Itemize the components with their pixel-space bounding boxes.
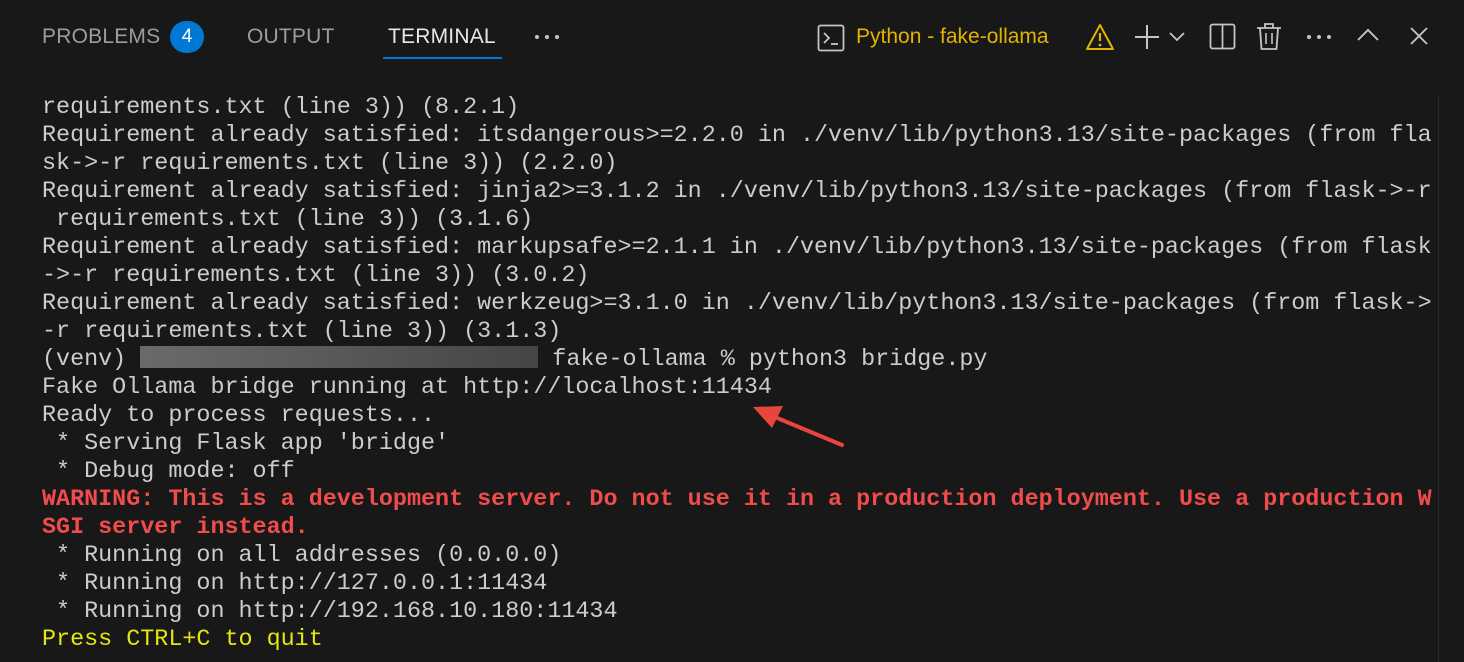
- terminal-scrollbar[interactable]: [1438, 96, 1464, 662]
- terminal-line: requirements.txt (line 3)) (3.1.6): [42, 207, 534, 233]
- quit-hint-line: Press CTRL+C to quit: [42, 627, 323, 653]
- terminal-line: Requirement already satisfied: markupsaf…: [42, 235, 1432, 261]
- terminal-line: * Running on http://127.0.0.1:11434: [42, 571, 548, 597]
- terminal-line: * Running on http://192.168.10.180:11434: [42, 599, 618, 625]
- terminal-name[interactable]: Python - fake-ollama: [856, 22, 1049, 52]
- terminal-line: Requirement already satisfied: itsdanger…: [42, 123, 1432, 149]
- shell-prompt-line: (venv) fake-ollama % python3 bridge.py: [42, 346, 1437, 374]
- warning-line: WARNING: This is a development server. D…: [42, 487, 1432, 513]
- tab-terminal[interactable]: TERMINAL: [388, 22, 496, 52]
- terminal-line: ->-r requirements.txt (line 3)) (3.0.2): [42, 263, 590, 289]
- tab-problems[interactable]: PROBLEMS: [42, 22, 160, 52]
- warning-icon[interactable]: [1085, 23, 1115, 51]
- more-actions-icon[interactable]: [1305, 30, 1333, 44]
- chevron-up-icon[interactable]: [1356, 27, 1380, 43]
- panel-tab-bar: PROBLEMS 4 OUTPUT TERMINAL Python - fake…: [0, 0, 1464, 74]
- chevron-down-icon[interactable]: [1168, 30, 1186, 44]
- active-tab-indicator: [383, 57, 502, 59]
- terminal-line: sk->-r requirements.txt (line 3)) (2.2.0…: [42, 151, 618, 177]
- annotation-arrow-icon: [753, 406, 844, 447]
- redacted-hostname: [140, 346, 539, 368]
- prompt-command: fake-ollama % python3 bridge.py: [538, 347, 988, 373]
- terminal-line: Requirement already satisfied: jinja2>=3…: [42, 179, 1432, 205]
- problems-count-badge: 4: [170, 21, 204, 53]
- terminal-line: Requirement already satisfied: werkzeug>…: [42, 291, 1432, 317]
- terminal-line: * Debug mode: off: [42, 459, 295, 485]
- close-icon[interactable]: [1409, 26, 1429, 46]
- terminal-panel: PROBLEMS 4 OUTPUT TERMINAL Python - fake…: [0, 0, 1464, 662]
- warning-line: SGI server instead.: [42, 515, 309, 541]
- terminal-line: * Running on all addresses (0.0.0.0): [42, 543, 562, 569]
- terminal-line: requirements.txt (line 3)) (8.2.1): [42, 95, 520, 121]
- prompt-prefix: (venv): [42, 347, 141, 373]
- ellipsis-icon[interactable]: [533, 30, 561, 44]
- terminal-icon: [817, 24, 845, 52]
- trash-icon[interactable]: [1256, 22, 1282, 51]
- terminal-output[interactable]: requirements.txt (line 3)) (8.2.1) Requi…: [42, 94, 1437, 654]
- plus-icon[interactable]: [1133, 23, 1161, 51]
- terminal-line: -r requirements.txt (line 3)) (3.1.3): [42, 319, 562, 345]
- split-icon[interactable]: [1209, 23, 1236, 50]
- tab-output[interactable]: OUTPUT: [247, 22, 335, 52]
